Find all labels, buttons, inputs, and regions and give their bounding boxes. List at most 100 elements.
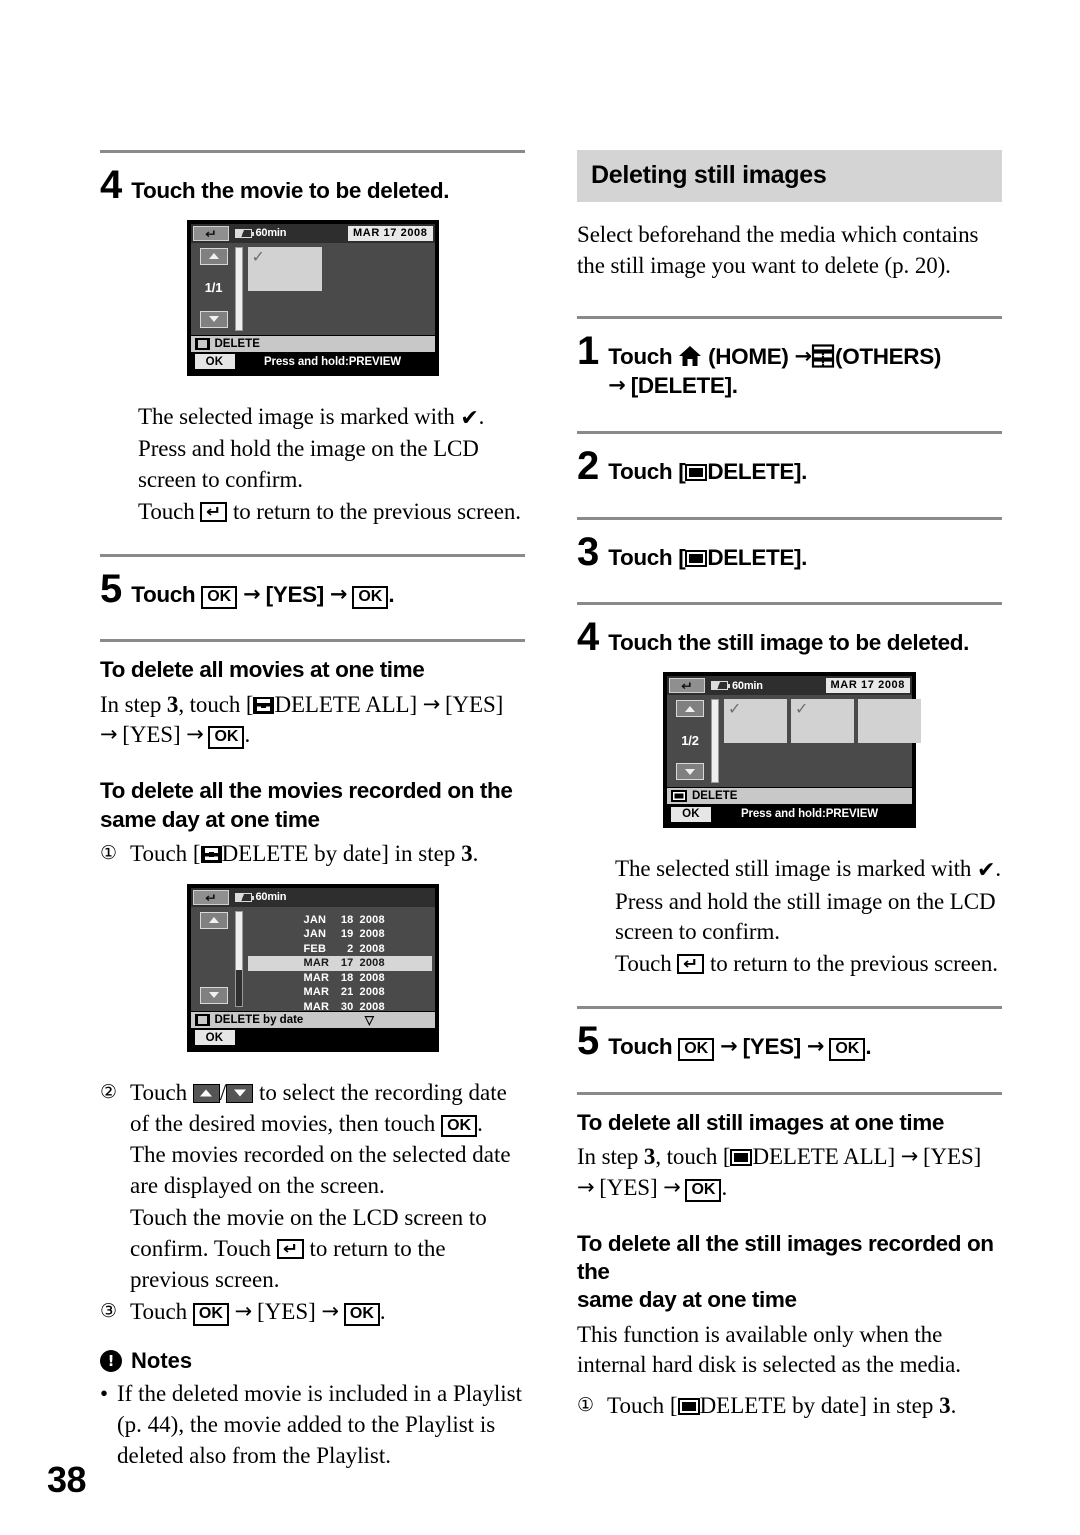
check-icon: ✔ (460, 405, 479, 431)
text: DELETE ALL] (274, 691, 423, 717)
arrow-up-icon[interactable] (199, 911, 228, 929)
return-arrow-icon[interactable] (669, 678, 705, 694)
heading-line: same day at one time (100, 806, 320, 832)
divider (577, 602, 1002, 606)
caret-down-icon: ▽ (364, 1012, 375, 1027)
yes-label: [YES] (742, 1033, 802, 1059)
date-row[interactable]: JAN 18 2008 (248, 913, 432, 928)
ok-button[interactable]: OK (194, 1030, 235, 1046)
notes-heading: ! Notes (100, 1348, 525, 1374)
arrow-icon: → (663, 1174, 681, 1199)
yes-label: [YES] (122, 722, 181, 748)
text: to return to the previous screen. (227, 498, 521, 524)
text: . (995, 856, 1001, 882)
scrollbar-thumb[interactable] (712, 700, 718, 783)
arrow-up-icon[interactable] (676, 700, 704, 718)
date-row[interactable]: MAR 17 2008 (247, 956, 432, 971)
date-month: MAR (303, 971, 330, 984)
action-label: DELETE by date (214, 1013, 304, 1026)
step-number: 1 (577, 328, 599, 373)
date-day: 30 (340, 1000, 354, 1013)
scrollbar[interactable] (711, 699, 719, 784)
ok-button[interactable]: OK (194, 354, 235, 370)
arrow-down-icon (226, 1083, 254, 1103)
list-text: Touch [DELETE by date] in step 3. (607, 1391, 1002, 1422)
return-arrow-icon[interactable] (192, 225, 229, 241)
subheading-delete-same-day-movies: To delete all the movies recorded on the… (100, 777, 525, 834)
date-row[interactable]: FEB 2 2008 (248, 942, 432, 957)
scrollbar[interactable] (234, 246, 243, 331)
preview-hint: Press and hold:PREVIEW (740, 808, 879, 821)
notes-text: If the deleted movie is included in a Pl… (117, 1381, 522, 1468)
thumbnail-item[interactable]: ✓ (791, 699, 854, 744)
step-number: 4 (577, 615, 599, 660)
marked-with-check-line: The selected image is marked with ✔. (138, 402, 525, 433)
ok-icon: OK (201, 585, 238, 609)
step-text: Touch OK → [YES] → OK. (608, 1032, 872, 1062)
date-year: 2008 (359, 957, 385, 970)
ok-button[interactable]: OK (671, 806, 711, 822)
list-marker: ③ (100, 1300, 118, 1323)
thumbnail-item[interactable]: ✓ (724, 699, 787, 744)
scrollbar-thumb[interactable] (235, 247, 242, 330)
arrow-icon: → (720, 1033, 738, 1058)
scrollbar-thumb[interactable] (235, 911, 242, 971)
text: The selected image is marked with (138, 403, 461, 429)
arrow-down-icon[interactable] (676, 763, 704, 781)
return-arrow-icon[interactable] (192, 889, 229, 905)
divider (577, 431, 1002, 434)
text: Touch [ (608, 459, 686, 484)
check-icon: ✓ (728, 699, 742, 719)
text: DELETE]. (707, 459, 808, 484)
lcd-content: ✓ (247, 246, 432, 331)
list-text: Touch OK → [YES] → OK. (130, 1297, 525, 1328)
ok-icon: OK (343, 1303, 380, 1327)
ok-icon: OK (192, 1303, 229, 1327)
date-row[interactable]: JAN 19 2008 (248, 927, 432, 942)
date-month: FEB (303, 942, 327, 955)
lcd-screen-still-index: 60min MAR 17 2008 1/2 ✓✓ DELETE (663, 672, 921, 829)
subheading-delete-same-day-still-images: To delete all the still images recorded … (577, 1230, 1002, 1315)
arrow-icon: → (100, 722, 118, 747)
arrow-icon: → (321, 1299, 340, 1324)
lcd-top-bar: 60min MAR 17 2008 (190, 223, 435, 243)
film-strip-icon (253, 696, 275, 714)
section-intro: Select beforehand the media which contai… (577, 222, 979, 278)
arrow-down-icon[interactable] (199, 310, 228, 328)
step-text: Touch the still image to be deleted. (608, 630, 970, 656)
text: Touch (138, 498, 201, 524)
arrow-icon: → (422, 691, 441, 716)
preview-hint: Press and hold:PREVIEW (263, 355, 402, 368)
date-month: MAR (303, 1000, 330, 1013)
touch-label: Touch (608, 1033, 673, 1059)
arrow-up-icon[interactable] (199, 247, 228, 265)
date-month: JAN (303, 913, 327, 926)
date-row[interactable]: MAR 18 2008 (248, 971, 432, 986)
date-year: 2008 (359, 986, 385, 999)
battery-minutes: 60min (732, 679, 763, 692)
bullet-icon: • (100, 1381, 109, 1407)
text: . (478, 403, 485, 429)
thumbnail-item[interactable]: ✓ (247, 246, 322, 291)
yes-label: [YES] (257, 1299, 316, 1325)
divider (577, 1005, 1002, 1009)
battery-icon (234, 228, 254, 238)
text: , touch [ (178, 691, 254, 717)
step-number: 2 (577, 444, 599, 488)
step-4-still-description: The selected still image is marked with … (615, 854, 1002, 980)
arrow-icon: → (234, 1299, 253, 1324)
step-5-still: 5 Touch OK → [YES] → OK. (577, 1021, 1002, 1062)
arrow-down-icon[interactable] (199, 986, 228, 1004)
yes-label: [YES] (265, 581, 325, 607)
ok-icon: OK (352, 585, 389, 609)
scrollbar[interactable] (234, 910, 243, 1007)
divider (577, 315, 1002, 319)
still-image-icon (730, 1149, 753, 1166)
battery-icon (234, 892, 254, 902)
text: Touch [ (130, 840, 201, 866)
step-text: Touch OK → [YES] → OK. (131, 580, 395, 610)
date-row[interactable]: MAR 30 2008 (248, 1000, 432, 1015)
step-4-movie: 4 Touch the movie to be deleted. (100, 165, 525, 206)
date-row[interactable]: MAR 21 2008 (248, 985, 432, 1000)
thumbnail-item[interactable] (858, 699, 921, 744)
